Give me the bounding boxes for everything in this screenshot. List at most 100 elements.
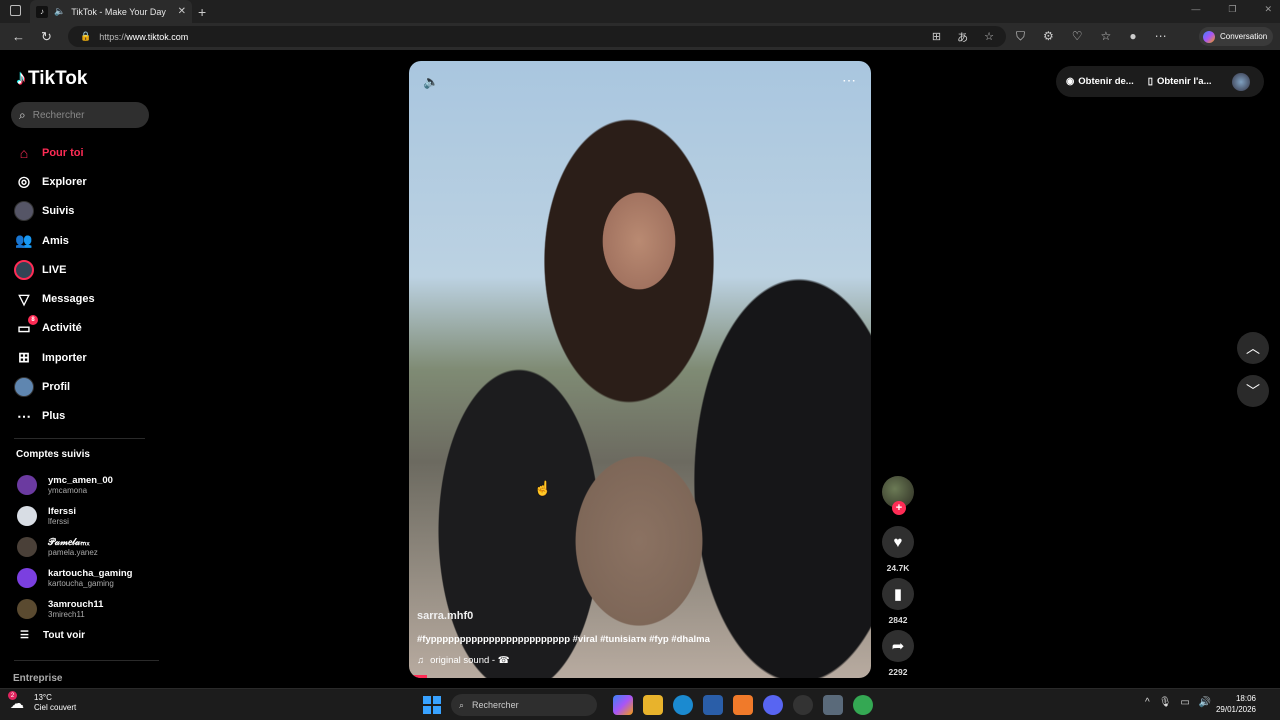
weather-badge: 2 [8, 691, 17, 700]
sidebar-item-plus[interactable]: ⋯ Plus [14, 402, 95, 431]
list-icon: ☰ [20, 630, 29, 641]
copilot-app-icon[interactable] [613, 695, 633, 715]
back-icon[interactable]: ← [12, 29, 25, 44]
url-field[interactable]: 🔒 https:// www.tiktok.com ⊞ あ ☆ [68, 26, 1006, 47]
creator-avatar[interactable]: + [882, 476, 914, 515]
refresh-icon[interactable]: ↻ [41, 29, 52, 45]
read-aloud-icon[interactable]: あ [957, 29, 968, 45]
next-video-button[interactable]: ﹀ [1237, 375, 1269, 407]
store-icon[interactable] [703, 695, 723, 715]
chevron-up-icon[interactable]: ^ [1145, 697, 1150, 708]
sidebar-divider [14, 660, 159, 661]
minimize-icon[interactable]: — [1191, 4, 1200, 15]
system-tray: ^ 🎙 ▭ 🔊 [1145, 697, 1211, 708]
video-actions: + ♥ 24.7K ▮ 2842 ➦ 2292 [880, 476, 916, 682]
extensions-icon[interactable]: ⚙ [1043, 29, 1054, 44]
tab-title: TikTok - Make Your Day [71, 6, 166, 17]
video-sound[interactable]: ♫ original sound - ☎ [417, 655, 510, 666]
settings-icon[interactable] [823, 695, 843, 715]
chevron-up-icon: ︿ [1246, 340, 1260, 356]
follow-plus-icon[interactable]: + [892, 501, 906, 515]
sidebar-item-importer[interactable]: ⊞ Importer [14, 343, 95, 372]
music-note-icon: ♫ [417, 655, 425, 666]
browser-tabbar: ♪ 🔈 TikTok - Make Your Day ✕ + — ❐ ✕ [0, 0, 1280, 23]
app-icon[interactable] [733, 695, 753, 715]
avatar [17, 536, 37, 557]
save-count: 2842 [888, 615, 908, 625]
account-name: lferssi [48, 506, 76, 518]
search-icon: ⌕ [19, 107, 26, 122]
search-input[interactable]: ⌕ Rechercher [11, 102, 149, 128]
compass-icon: ◎ [17, 173, 31, 190]
sidebar-item-explorer[interactable]: ◎ Explorer [14, 167, 95, 196]
weather-widget[interactable]: ☁ 2 13°C Ciel couvert [8, 691, 76, 713]
maximize-icon[interactable]: ❐ [1228, 4, 1236, 15]
sidebar-item-amis[interactable]: 👥 Amis [14, 226, 95, 255]
previous-video-button[interactable]: ︿ [1237, 332, 1269, 364]
edge-browser-icon[interactable] [673, 695, 693, 715]
entreprise-link[interactable]: Entreprise [13, 673, 62, 684]
avatar [17, 475, 37, 496]
sidebar-item-suivis[interactable]: Suivis [14, 197, 95, 226]
window-menu-icon[interactable] [10, 5, 21, 16]
app-icon[interactable] [793, 695, 813, 715]
file-explorer-icon[interactable] [643, 695, 663, 715]
sidebar-item-profil[interactable]: Profil [14, 372, 95, 401]
close-tab-icon[interactable]: ✕ [178, 6, 186, 17]
clock[interactable]: 18:06 29/01/2026 [1216, 693, 1256, 715]
sidebar-item-label: Profil [42, 381, 71, 394]
chrome-icon[interactable] [853, 695, 873, 715]
new-tab-button[interactable]: + [198, 4, 206, 20]
speaker-icon[interactable]: 🔈 [54, 6, 65, 17]
microphone-icon[interactable]: 🎙 [1159, 697, 1172, 708]
sidebar-item-pour-toi[interactable]: ⌂ Pour toi [14, 138, 95, 167]
favorites-icon[interactable]: ☆ [1101, 29, 1112, 44]
url-actions: ⊞ あ ☆ [932, 26, 994, 47]
volume-icon[interactable]: 🔊 [1199, 697, 1211, 708]
tiktok-logo[interactable]: ♪ TikTok [16, 67, 87, 90]
volume-icon[interactable]: 🔈 [423, 74, 439, 90]
sidebar-item-activite[interactable]: ▭ 8 Activité [14, 314, 95, 343]
see-all-button[interactable]: ☰ Tout voir [20, 630, 85, 641]
browser-essentials-icon[interactable]: ♡ [1072, 29, 1083, 44]
following-account[interactable]: ymc_amen_00 ymcamona [16, 470, 132, 501]
profile-avatar[interactable] [1231, 72, 1250, 91]
discord-icon[interactable] [763, 695, 783, 715]
cloud-icon: ☁ 2 [8, 691, 24, 711]
like-count: 24.7K [886, 563, 910, 573]
save-button[interactable]: ▮ [882, 578, 914, 610]
get-coins-button[interactable]: ◉ Obtenir de... [1066, 76, 1134, 87]
following-account[interactable]: 𝒫𝒶𝓂𝑒𝓁𝒶ₘₓ pamela.yanez [16, 532, 132, 563]
share-count: 2292 [888, 667, 908, 677]
like-button[interactable]: ♥ [882, 526, 914, 558]
sidebar-item-live[interactable]: LIVE [14, 255, 95, 284]
network-icon[interactable]: ▭ [1180, 697, 1189, 708]
more-options-icon[interactable]: ⋯ [842, 72, 857, 89]
friends-icon: 👥 [15, 232, 33, 249]
video-description[interactable]: #fypppppppppppppppppppppppp #viral #tuni… [417, 634, 710, 645]
following-title: Comptes suivis [16, 449, 90, 460]
taskbar-search[interactable]: ⌕ Rechercher [451, 694, 597, 716]
browser-tab[interactable]: ♪ 🔈 TikTok - Make Your Day ✕ [30, 0, 192, 23]
sidebar-divider [14, 438, 145, 439]
video-author[interactable]: sarra.mhf0 [417, 610, 473, 622]
profile-icon[interactable]: ● [1129, 29, 1136, 44]
share-button[interactable]: ➦ [882, 630, 914, 662]
video-player[interactable]: 🔈 ⋯ sarra.mhf0 #fypppppppppppppppppppppp… [409, 61, 871, 678]
favorite-star-icon[interactable]: ☆ [984, 30, 994, 43]
shield-icon[interactable]: ⛉ [1016, 29, 1025, 44]
following-account[interactable]: kartoucha_gaming kartoucha_gaming [16, 562, 132, 593]
sidebar-item-label: Messages [42, 293, 95, 306]
app-available-icon[interactable]: ⊞ [932, 30, 941, 43]
following-account[interactable]: 3amrouch11 3mirech11 [16, 593, 132, 624]
video-progress-bar[interactable] [409, 675, 428, 678]
sidebar-item-messages[interactable]: ▽ Messages [14, 284, 95, 313]
windows-start-icon[interactable] [423, 696, 441, 714]
close-window-icon[interactable]: ✕ [1264, 4, 1272, 15]
more-icon[interactable]: ⋯ [1155, 29, 1167, 44]
conversation-button[interactable]: Conversation [1199, 27, 1273, 46]
lock-icon[interactable]: 🔒 [80, 31, 91, 42]
more-icon: ⋯ [17, 407, 31, 424]
get-app-button[interactable]: ▯ Obtenir l'a... [1148, 76, 1212, 87]
following-account[interactable]: lferssi lferssi [16, 501, 132, 532]
